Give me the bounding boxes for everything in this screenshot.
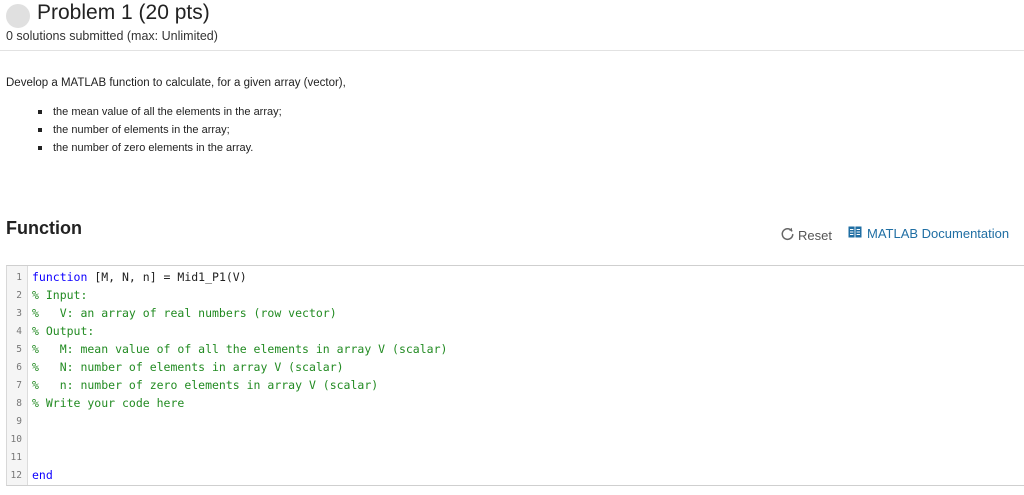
book-icon (848, 226, 862, 241)
line-number: 10 (10, 434, 22, 445)
list-item: the mean value of all the elements in th… (37, 103, 282, 121)
line-number: 4 (16, 326, 22, 337)
code-line[interactable]: % Write your code here (32, 396, 184, 410)
problem-title: Problem 1 (20 pts) (37, 1, 210, 24)
submission-count: 0 solutions submitted (max: Unlimited) (6, 29, 218, 43)
problem-header: Problem 1 (20 pts) 0 solutions submitted… (0, 0, 1024, 51)
line-number: 11 (10, 452, 22, 463)
code-line[interactable]: % N: number of elements in array V (scal… (32, 360, 344, 374)
reset-button[interactable]: Reset (780, 226, 832, 244)
code-line[interactable]: % V: an array of real numbers (row vecto… (32, 306, 337, 320)
reset-label: Reset (798, 227, 832, 243)
line-number: 2 (16, 290, 22, 301)
line-number: 1 (16, 272, 22, 283)
line-number: 3 (16, 308, 22, 319)
code-editor[interactable]: 1 2 3 4 5 6 7 8 9 10 11 12 function [M, … (6, 265, 1024, 486)
function-heading: Function (6, 218, 82, 238)
reset-icon (780, 226, 795, 244)
problem-description: Develop a MATLAB function to calculate, … (6, 77, 346, 89)
line-number: 8 (16, 398, 22, 409)
line-number: 6 (16, 362, 22, 373)
status-circle-icon (6, 4, 30, 28)
list-item: the number of zero elements in the array… (37, 139, 282, 157)
code-line[interactable]: % Input: (32, 288, 87, 302)
code-line[interactable]: % n: number of zero elements in array V … (32, 378, 378, 392)
code-line[interactable]: end (32, 468, 53, 482)
list-item: the number of elements in the array; (37, 121, 282, 139)
requirements-list: the mean value of all the elements in th… (37, 103, 282, 157)
line-number: 12 (10, 470, 22, 481)
doc-link-label: MATLAB Documentation (867, 226, 1010, 241)
line-number: 5 (16, 344, 22, 355)
code-line[interactable]: % M: mean value of of all the elements i… (32, 342, 447, 356)
matlab-documentation-link[interactable]: MATLAB Documentation (848, 226, 1009, 241)
code-line[interactable]: function [M, N, n] = Mid1_P1(V) (32, 270, 247, 284)
line-number: 7 (16, 380, 22, 391)
line-number: 9 (16, 416, 22, 427)
code-line[interactable]: % Output: (32, 324, 94, 338)
